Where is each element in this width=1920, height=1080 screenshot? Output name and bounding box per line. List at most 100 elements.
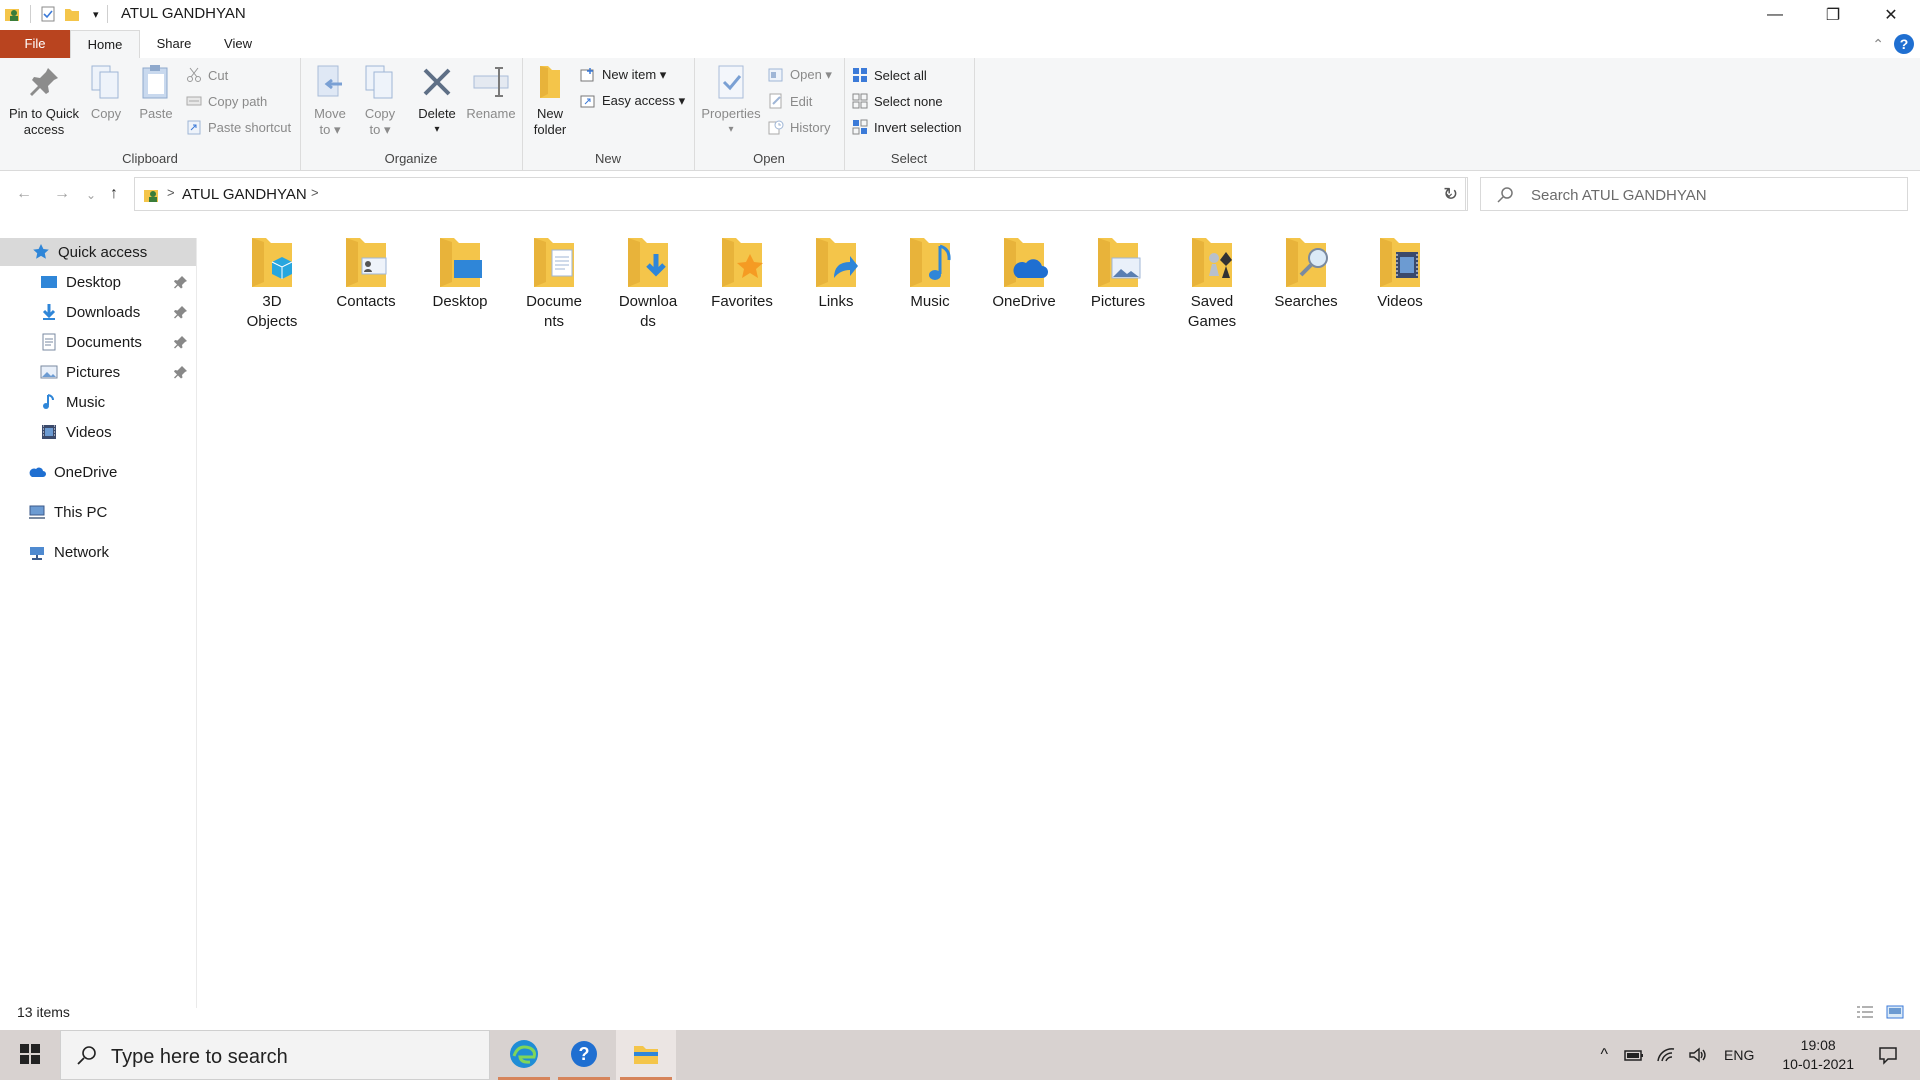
delete-button[interactable]: Delete ▾ [414, 62, 460, 138]
copy-path-button[interactable]: Copy path [186, 90, 267, 112]
language-indicator[interactable]: ENG [1724, 1047, 1754, 1063]
breadcrumb-trailing-separator[interactable]: > [311, 185, 319, 200]
breadcrumb-current[interactable]: ATUL GANDHYAN [182, 186, 307, 203]
refresh-button[interactable]: ↻ [1434, 177, 1468, 211]
large-icons-view-icon[interactable] [1886, 1004, 1904, 1020]
address-bar[interactable]: > ATUL GANDHYAN > ⌄ [134, 177, 1466, 211]
nav-music[interactable]: Music [0, 388, 196, 416]
nav-onedrive[interactable]: OneDrive [0, 458, 196, 486]
paste-button[interactable]: Paste [134, 62, 178, 122]
copy-to-button[interactable]: Copy to ▾ [360, 62, 400, 138]
new-item-button[interactable]: New item ▾ [580, 64, 666, 86]
rename-button[interactable]: Rename [464, 62, 518, 122]
battery-icon[interactable] [1624, 1045, 1644, 1065]
forward-button[interactable]: → [54, 185, 70, 203]
search-box[interactable] [1480, 177, 1908, 211]
folder-item-3d-objects[interactable]: 3D Objects [228, 232, 316, 332]
properties-dropdown-icon[interactable]: ▾ [698, 122, 764, 138]
select-all-button[interactable]: Select all [852, 64, 927, 86]
details-view-icon[interactable] [1856, 1004, 1874, 1020]
nav-videos[interactable]: Videos [0, 418, 196, 446]
taskbar-edge-button[interactable] [494, 1030, 554, 1080]
recent-locations-button[interactable]: ⌄ [86, 188, 96, 202]
folder-item-links[interactable]: Links [792, 232, 880, 312]
folder-item-searches[interactable]: Searches [1262, 232, 1350, 312]
back-button[interactable]: ← [16, 185, 32, 203]
qat-dropdown-icon[interactable]: ▾ [93, 8, 99, 21]
paste-shortcut-icon [186, 119, 202, 135]
open-button[interactable]: Open ▾ [768, 64, 832, 86]
easy-access-button[interactable]: Easy access ▾ [580, 90, 685, 112]
pin-icon[interactable] [174, 305, 188, 319]
notifications-icon[interactable] [1878, 1045, 1898, 1065]
delete-dropdown-icon[interactable]: ▾ [414, 122, 460, 138]
tab-file[interactable]: File [0, 30, 70, 58]
nav-pictures[interactable]: Pictures [0, 358, 196, 386]
taskbar-search-box[interactable] [60, 1030, 490, 1080]
pictures-icon [40, 363, 58, 381]
pin-icon[interactable] [174, 335, 188, 349]
select-none-button[interactable]: Select none [852, 90, 943, 112]
search-input[interactable] [1529, 182, 1893, 208]
new-item-label: New item ▾ [602, 67, 667, 82]
properties-icon[interactable] [39, 5, 57, 23]
folder-item-onedrive[interactable]: OneDrive [980, 232, 1068, 312]
pin-to-quick-access-button[interactable]: Pin to Quick access [4, 62, 84, 138]
folder-item-pictures[interactable]: Pictures [1074, 232, 1162, 312]
copy-to-icon [360, 62, 400, 102]
folder-item-music[interactable]: Music [886, 232, 974, 312]
edit-button[interactable]: Edit [768, 90, 812, 112]
move-to-button[interactable]: Move to ▾ [310, 62, 350, 138]
close-button[interactable]: ✕ [1862, 0, 1920, 30]
folder-item-documents[interactable]: Docume nts [510, 232, 598, 332]
pin-icon [24, 62, 64, 102]
taskbar-search-input[interactable] [109, 1043, 473, 1071]
taskbar-file-explorer-button[interactable] [616, 1030, 676, 1080]
nav-downloads[interactable]: Downloads [0, 298, 196, 326]
invert-selection-button[interactable]: Invert selection [852, 116, 961, 138]
taskbar-help-button[interactable]: ? [554, 1030, 614, 1080]
folder-item-desktop[interactable]: Desktop [416, 232, 504, 312]
folder-item-contacts[interactable]: Contacts [322, 232, 410, 312]
edit-icon [768, 93, 784, 109]
folder-item-videos[interactable]: Videos [1356, 232, 1444, 312]
tab-home[interactable]: Home [70, 30, 140, 59]
nav-network-label: Network [54, 543, 110, 561]
tab-share[interactable]: Share [146, 30, 202, 58]
maximize-button[interactable]: ❐ [1804, 0, 1862, 30]
nav-documents[interactable]: Documents [0, 328, 196, 356]
folder-label-line2: ds [640, 313, 656, 330]
new-folder-icon[interactable] [63, 5, 81, 23]
minimize-button[interactable]: — [1746, 0, 1804, 30]
nav-quick-access[interactable]: Quick access [0, 238, 196, 266]
history-button[interactable]: History [768, 116, 830, 138]
clock[interactable]: 19:08 10-01-2021 [1782, 1036, 1854, 1074]
help-icon[interactable]: ? [1894, 34, 1914, 54]
paste-shortcut-button[interactable]: Paste shortcut [186, 116, 291, 138]
breadcrumb-separator[interactable]: > [167, 185, 175, 200]
properties-button[interactable]: Properties ▾ [698, 62, 764, 138]
folder-item-downloads[interactable]: Downloa ds [604, 232, 692, 332]
document-icon [40, 333, 58, 351]
cut-button[interactable]: Cut [186, 64, 228, 86]
up-button[interactable]: ↑ [110, 185, 118, 203]
wifi-icon[interactable] [1656, 1045, 1676, 1065]
favorites-icon [712, 232, 772, 292]
pin-icon[interactable] [174, 275, 188, 289]
folder-item-saved-games[interactable]: Saved Games [1168, 232, 1256, 332]
copy-button[interactable]: Copy [84, 62, 128, 122]
user-folder-icon[interactable] [4, 5, 22, 23]
folder-item-favorites[interactable]: Favorites [698, 232, 786, 312]
tab-view[interactable]: View [210, 30, 266, 58]
nav-this-pc[interactable]: This PC [0, 498, 196, 526]
tray-chevron-icon[interactable]: ^ [1601, 1046, 1609, 1064]
clipboard-group-label: Clipboard [122, 151, 178, 166]
pin-icon[interactable] [174, 365, 188, 379]
move-to-label-1: Move [314, 106, 346, 121]
new-folder-button[interactable]: New folder [528, 62, 572, 138]
nav-desktop[interactable]: Desktop [0, 268, 196, 296]
collapse-ribbon-icon[interactable]: ⌃ [1872, 36, 1884, 53]
volume-icon[interactable] [1688, 1045, 1708, 1065]
start-button[interactable] [0, 1030, 60, 1080]
nav-network[interactable]: Network [0, 538, 196, 566]
